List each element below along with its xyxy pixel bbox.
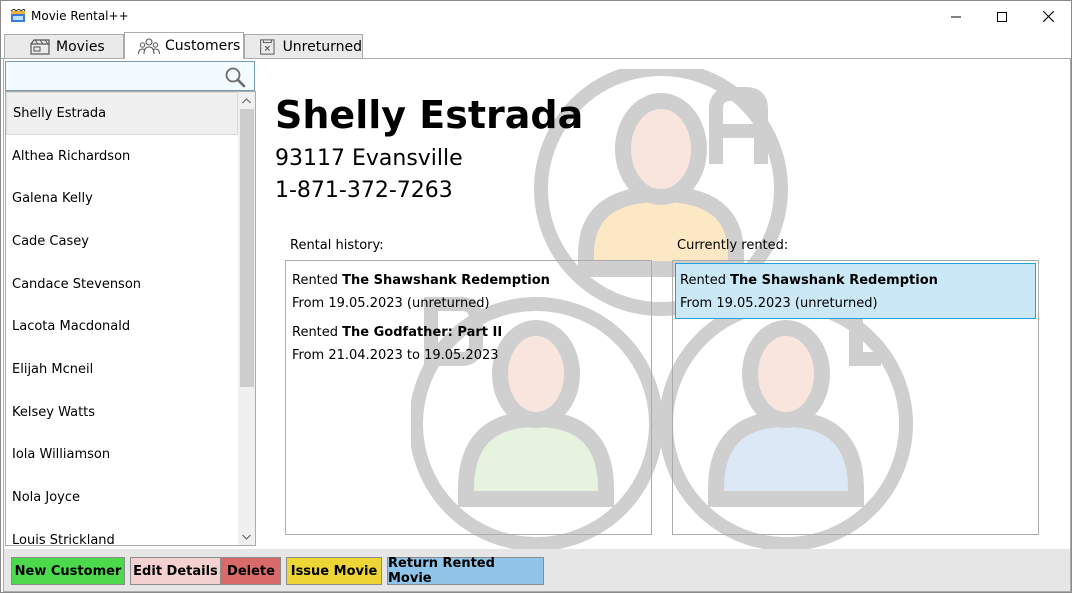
currently-rented-label: Currently rented:: [677, 238, 789, 253]
search-input[interactable]: [5, 61, 255, 91]
tab-unreturned-label: Unreturned: [282, 38, 362, 55]
tab-movies[interactable]: Movies: [4, 34, 124, 58]
unreturned-tab-icon: [260, 38, 275, 55]
customer-list-item[interactable]: Elijah Mcneil: [6, 348, 238, 391]
customer-list-item[interactable]: Kelsey Watts: [6, 391, 238, 434]
customer-name-heading: Shelly Estrada: [275, 93, 584, 137]
scroll-up-icon[interactable]: [238, 92, 255, 109]
app-window: Movie Rental++ Movies Customers Unreturn…: [0, 0, 1072, 593]
rental-prefix: Rented: [292, 273, 343, 288]
customer-address: 93117 Evansville: [275, 146, 463, 171]
tab-customers[interactable]: Customers: [124, 32, 244, 59]
customer-list-item[interactable]: Lacota Macdonald: [6, 305, 238, 348]
currently-rented-list[interactable]: Rented The Shawshank Redemption From 19.…: [672, 260, 1039, 535]
title-bar[interactable]: Movie Rental++: [1, 1, 1071, 32]
tab-customers-label: Customers: [165, 38, 241, 54]
minimize-icon: [951, 16, 961, 17]
delete-button[interactable]: Delete: [221, 557, 281, 585]
action-bar: New Customer Edit Details Delete Issue M…: [4, 549, 1070, 591]
issue-movie-button[interactable]: Issue Movie: [286, 557, 382, 585]
customer-list-item[interactable]: Shelly Estrada: [6, 92, 238, 135]
tab-strip: Movies Customers Unreturned: [1, 32, 1071, 59]
rental-period: From 19.05.2023 (unreturned): [292, 296, 490, 311]
customer-list-scrollbar[interactable]: [238, 92, 255, 545]
tab-movies-label: Movies: [56, 38, 105, 55]
new-customer-button[interactable]: New Customer: [11, 557, 125, 585]
rental-period: From 19.05.2023 (unreturned): [680, 296, 878, 311]
customer-list-item[interactable]: Cade Casey: [6, 220, 238, 263]
rental-movie-title: The Shawshank Redemption: [342, 273, 550, 288]
maximize-icon: [997, 11, 1007, 22]
customers-tab-icon: [138, 38, 160, 55]
edit-details-button[interactable]: Edit Details: [130, 557, 221, 585]
movie-rental-app-icon: [10, 9, 26, 22]
rental-period: From 21.04.2023 to 19.05.2023: [292, 348, 499, 363]
rental-prefix: Rented: [680, 273, 731, 288]
rental-prefix: Rented: [292, 325, 343, 340]
customer-list-item[interactable]: Candace Stevenson: [6, 263, 238, 306]
customer-phone: 1-871-372-7263: [275, 178, 453, 203]
maximize-button[interactable]: [979, 1, 1025, 32]
close-button[interactable]: [1025, 1, 1071, 32]
return-rented-movie-button[interactable]: Return Rented Movie: [387, 556, 544, 586]
customer-list-item[interactable]: Galena Kelly: [6, 177, 238, 220]
rental-history-item[interactable]: Rented The Shawshank Redemption From 19.…: [288, 263, 649, 319]
customer-list-item[interactable]: Louis Strickland: [6, 519, 238, 545]
tab-unreturned[interactable]: Unreturned: [244, 34, 363, 58]
window-title: Movie Rental++: [31, 9, 129, 23]
customer-list[interactable]: Shelly Estrada Althea Richardson Galena Ke…: [5, 91, 256, 546]
scrollbar-thumb[interactable]: [240, 109, 254, 387]
rental-history-label: Rental history:: [290, 238, 384, 253]
rental-movie-title: The Shawshank Redemption: [730, 273, 938, 288]
rental-history-item[interactable]: Rented The Godfather: Part II From 21.04…: [288, 321, 649, 371]
customer-list-item[interactable]: Nola Joyce: [6, 476, 238, 519]
customer-list-panel: Shelly Estrada Althea Richardson Galena Ke…: [5, 60, 256, 547]
rental-history-list[interactable]: Rented The Shawshank Redemption From 19.…: [285, 260, 652, 535]
scroll-down-icon[interactable]: [238, 528, 255, 545]
current-rental-item[interactable]: Rented The Shawshank Redemption From 19.…: [675, 263, 1036, 319]
customer-list-items: Shelly Estrada Althea Richardson Galena Ke…: [6, 92, 238, 545]
close-icon: [1042, 11, 1054, 22]
movie-tab-icon: [30, 38, 50, 55]
customer-list-item[interactable]: Iola Williamson: [6, 434, 238, 477]
search-icon[interactable]: [224, 66, 246, 88]
rental-movie-title: The Godfather: Part II: [342, 325, 503, 340]
customer-list-item[interactable]: Althea Richardson: [6, 135, 238, 178]
minimize-button[interactable]: [933, 1, 979, 32]
